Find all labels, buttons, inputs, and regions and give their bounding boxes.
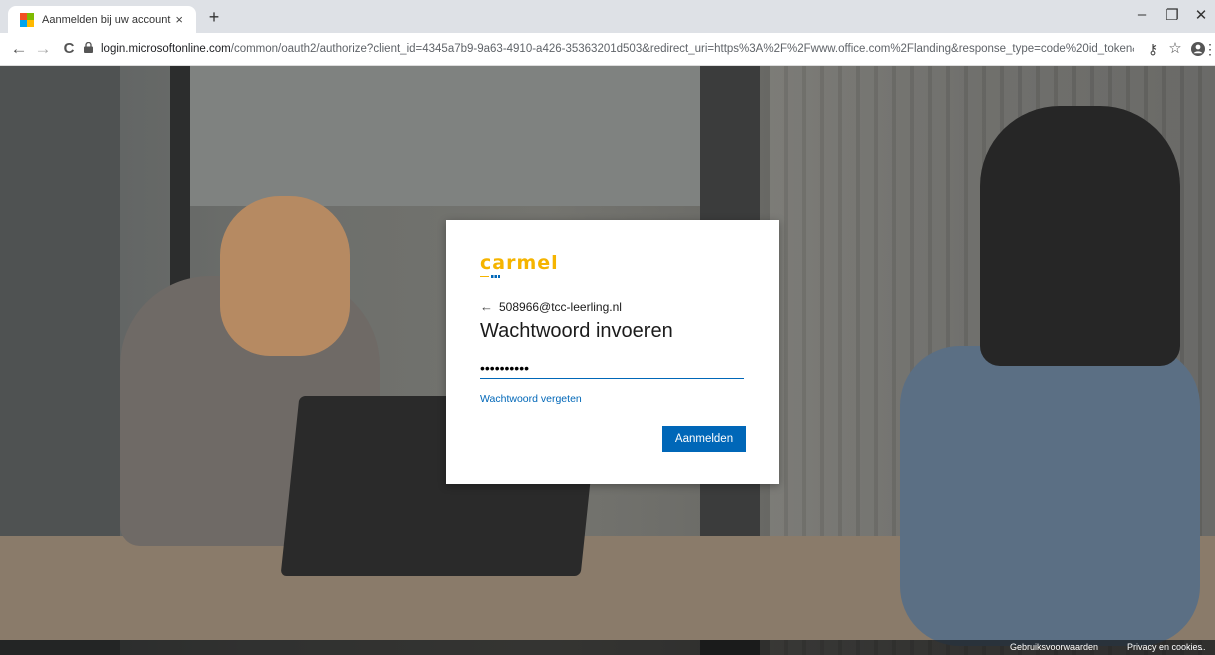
terms-link[interactable]: Gebruiksvoorwaarden <box>1010 642 1098 652</box>
footer: Gebruiksvoorwaarden Privacy en cookies .… <box>0 640 1215 655</box>
microsoft-logo-icon <box>20 12 34 27</box>
reload-icon[interactable]: C <box>58 38 80 60</box>
browser-tab[interactable]: Aanmelden bij uw account × <box>8 6 196 33</box>
signin-card: carmel ← 508966@tcc-leerling.nl Wachtwoo… <box>446 220 779 484</box>
brand-logo-dots-icon <box>480 275 500 278</box>
new-tab-button[interactable]: + <box>204 7 224 27</box>
url-path: /common/oauth2/authorize?client_id=4345a… <box>230 43 1134 55</box>
brand-logo-text: carmel <box>480 252 559 274</box>
account-email: 508966@tcc-leerling.nl <box>499 299 622 314</box>
password-field[interactable] <box>480 358 744 379</box>
key-icon[interactable]: ⚷ <box>1142 38 1164 60</box>
more-options-icon[interactable]: ... <box>1198 642 1206 652</box>
back-icon[interactable]: ← <box>8 38 30 60</box>
privacy-link[interactable]: Privacy en cookies <box>1127 642 1202 652</box>
tab-title: Aanmelden bij uw account <box>42 13 171 26</box>
close-tab-icon[interactable]: × <box>170 12 188 27</box>
background-person-right-body <box>980 106 1180 366</box>
page-title: Wachtwoord invoeren <box>480 320 673 342</box>
menu-icon[interactable]: ⋮ <box>1203 38 1215 60</box>
signin-button[interactable]: Aanmelden <box>662 426 746 452</box>
identity-row[interactable]: ← 508966@tcc-leerling.nl <box>480 299 622 314</box>
page-background: carmel ← 508966@tcc-leerling.nl Wachtwoo… <box>0 66 1215 655</box>
background-person-head <box>220 196 350 356</box>
url-host: login.microsoftonline.com <box>101 43 231 55</box>
forward-icon[interactable]: → <box>32 38 54 60</box>
brand-logo: carmel <box>480 252 559 274</box>
close-window-icon[interactable]: ✕ <box>1189 6 1213 24</box>
browser-toolbar: ← → C login.microsoftonline.com/common/o… <box>0 33 1215 66</box>
minimize-icon[interactable]: – <box>1130 6 1154 23</box>
maximize-icon[interactable]: ❐ <box>1160 6 1184 24</box>
tab-strip: Aanmelden bij uw account × + – ❐ ✕ <box>0 0 1215 33</box>
lock-icon <box>84 41 93 56</box>
back-arrow-icon[interactable]: ← <box>480 299 493 314</box>
star-icon[interactable]: ☆ <box>1164 38 1186 60</box>
background-window <box>190 66 730 206</box>
background-person-right <box>900 346 1200 646</box>
forgot-password-link[interactable]: Wachtwoord vergeten <box>480 393 582 405</box>
address-bar[interactable]: login.microsoftonline.com/common/oauth2/… <box>84 37 1134 61</box>
